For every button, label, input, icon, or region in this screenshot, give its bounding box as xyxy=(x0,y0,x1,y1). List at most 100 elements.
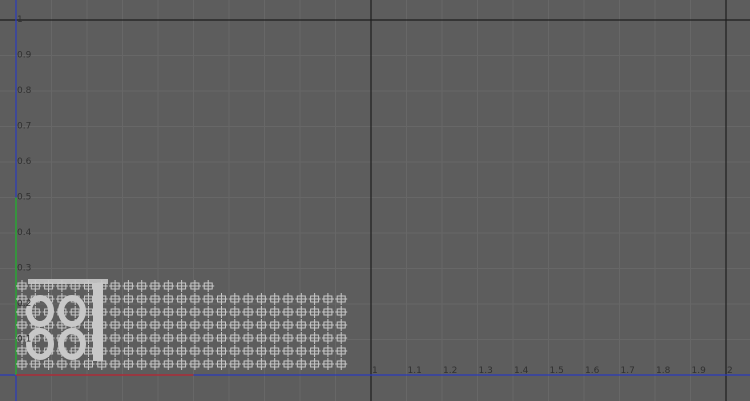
uv-shell[interactable] xyxy=(175,319,188,331)
uv-shell[interactable] xyxy=(295,306,308,318)
uv-shell[interactable] xyxy=(308,358,321,370)
uv-shell[interactable] xyxy=(295,293,308,305)
uv-shell[interactable] xyxy=(268,306,281,318)
uv-shell[interactable] xyxy=(162,280,175,292)
uv-shell[interactable] xyxy=(215,345,228,357)
uv-shell[interactable] xyxy=(109,319,122,331)
uv-shell[interactable] xyxy=(188,358,201,370)
uv-shell[interactable] xyxy=(135,280,148,292)
uv-shell[interactable] xyxy=(268,293,281,305)
uv-shell[interactable] xyxy=(162,332,175,344)
uv-shell[interactable] xyxy=(162,345,175,357)
uv-shell[interactable] xyxy=(82,319,95,331)
uv-shell[interactable] xyxy=(255,306,268,318)
uv-shell[interactable] xyxy=(242,293,255,305)
uv-shell[interactable] xyxy=(135,293,148,305)
uv-shell[interactable] xyxy=(282,345,294,357)
uv-shell[interactable] xyxy=(109,332,122,344)
uv-shell[interactable] xyxy=(122,293,135,305)
uv-shells[interactable] xyxy=(16,279,348,370)
uv-shell[interactable] xyxy=(109,358,122,370)
uv-shell[interactable] xyxy=(335,332,348,344)
uv-shell[interactable] xyxy=(242,306,255,318)
uv-shell[interactable] xyxy=(268,319,281,331)
uv-shell[interactable] xyxy=(255,319,268,331)
uv-shell[interactable] xyxy=(109,280,122,292)
uv-shell[interactable] xyxy=(122,332,135,344)
uv-shell[interactable] xyxy=(228,319,241,331)
uv-shell[interactable] xyxy=(215,319,228,331)
uv-shell[interactable] xyxy=(228,293,241,305)
uv-shell[interactable] xyxy=(255,293,268,305)
uv-shell[interactable] xyxy=(82,293,95,305)
uv-shell[interactable] xyxy=(282,306,294,318)
uv-shell[interactable] xyxy=(188,280,201,292)
uv-editor-viewport[interactable]: 1 0.9 0.8 0.7 0.6 0.5 0.4 0.3 0.2 0.1 1 1.1 1.2 1.3 1… xyxy=(0,0,750,401)
uv-shell[interactable] xyxy=(149,345,161,357)
uv-shell[interactable] xyxy=(321,319,334,331)
uv-shell[interactable] xyxy=(242,345,255,357)
uv-shell[interactable] xyxy=(282,332,294,344)
uv-shell[interactable] xyxy=(215,332,228,344)
uv-shell[interactable] xyxy=(175,345,188,357)
uv-shell[interactable] xyxy=(122,280,135,292)
uv-shell[interactable] xyxy=(308,306,321,318)
uv-shell[interactable] xyxy=(295,358,308,370)
uv-shell[interactable] xyxy=(202,319,215,331)
uv-shell[interactable] xyxy=(188,319,201,331)
uv-shell[interactable] xyxy=(162,319,175,331)
uv-shell[interactable] xyxy=(188,332,201,344)
uv-shell[interactable] xyxy=(202,345,215,357)
uv-shell[interactable] xyxy=(228,358,241,370)
uv-shell[interactable] xyxy=(295,319,308,331)
uv-shell[interactable] xyxy=(255,345,268,357)
uv-shell[interactable] xyxy=(242,332,255,344)
uv-shell[interactable] xyxy=(215,306,228,318)
uv-shell-large[interactable] xyxy=(26,295,54,327)
uv-shell[interactable] xyxy=(16,358,28,370)
uv-shell[interactable] xyxy=(202,293,215,305)
uv-shell[interactable] xyxy=(282,293,294,305)
uv-shell[interactable] xyxy=(202,358,215,370)
uv-shell[interactable] xyxy=(335,319,348,331)
uv-shell-large[interactable] xyxy=(26,328,54,360)
uv-shell[interactable] xyxy=(175,358,188,370)
uv-shell[interactable] xyxy=(149,358,161,370)
uv-shell[interactable] xyxy=(308,293,321,305)
uv-shell[interactable] xyxy=(321,345,334,357)
uv-shell[interactable] xyxy=(282,319,294,331)
uv-shell[interactable] xyxy=(335,306,348,318)
uv-shell[interactable] xyxy=(268,332,281,344)
uv-shell[interactable] xyxy=(175,293,188,305)
uv-shell[interactable] xyxy=(109,293,122,305)
uv-shell[interactable] xyxy=(135,345,148,357)
uv-shell[interactable] xyxy=(122,358,135,370)
uv-shell[interactable] xyxy=(149,332,161,344)
uv-shell[interactable] xyxy=(242,358,255,370)
uv-shell[interactable] xyxy=(228,345,241,357)
uv-shell[interactable] xyxy=(215,358,228,370)
uv-shell[interactable] xyxy=(202,332,215,344)
uv-shell[interactable] xyxy=(255,358,268,370)
uv-shell[interactable] xyxy=(135,332,148,344)
uv-shell[interactable] xyxy=(202,306,215,318)
uv-shell[interactable] xyxy=(122,306,135,318)
uv-shell[interactable] xyxy=(335,345,348,357)
uv-shell[interactable] xyxy=(109,306,122,318)
uv-shell[interactable] xyxy=(122,319,135,331)
uv-shell[interactable] xyxy=(308,345,321,357)
uv-shell[interactable] xyxy=(242,319,255,331)
uv-shell[interactable] xyxy=(321,332,334,344)
uv-shell[interactable] xyxy=(321,306,334,318)
uv-shell[interactable] xyxy=(16,280,28,292)
uv-shell[interactable] xyxy=(16,319,28,331)
uv-shell[interactable] xyxy=(175,280,188,292)
uv-shell[interactable] xyxy=(255,332,268,344)
uv-shell[interactable] xyxy=(135,306,148,318)
uv-shell[interactable] xyxy=(162,306,175,318)
uv-shell[interactable] xyxy=(202,280,215,292)
uv-shell[interactable] xyxy=(295,332,308,344)
uv-shell[interactable] xyxy=(295,345,308,357)
uv-shell-strip[interactable] xyxy=(28,279,108,284)
uv-shell[interactable] xyxy=(268,345,281,357)
